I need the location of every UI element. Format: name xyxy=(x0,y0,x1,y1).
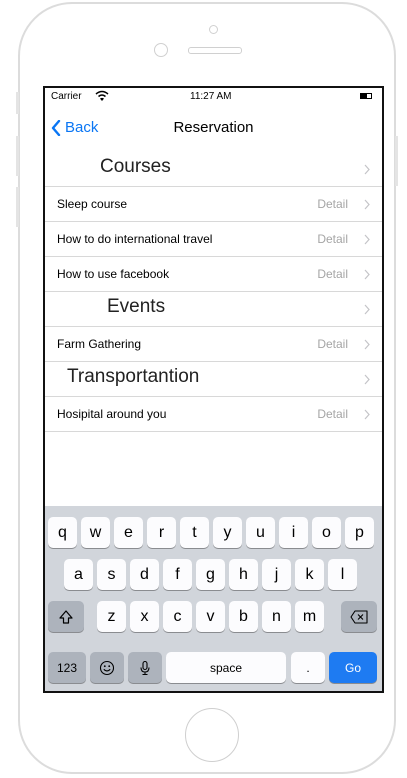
key-e[interactable]: e xyxy=(114,517,143,548)
item-label: Sleep course xyxy=(57,197,128,211)
space-key[interactable]: space xyxy=(166,652,286,683)
key-c[interactable]: c xyxy=(163,601,192,632)
list-item[interactable]: How to do international travel Detail xyxy=(45,222,382,257)
reservation-list: Courses Sleep course Detail How to do in… xyxy=(45,152,382,432)
shift-key[interactable] xyxy=(48,601,84,632)
chevron-right-icon xyxy=(364,199,370,210)
section-title: Transportantion xyxy=(67,366,200,387)
item-label: How to do international travel xyxy=(57,232,213,246)
proximity-sensor xyxy=(154,43,168,57)
list-item[interactable]: Farm Gathering Detail xyxy=(45,327,382,362)
section-title: Events xyxy=(107,296,166,317)
period-key[interactable]: . xyxy=(291,652,325,683)
key-d[interactable]: d xyxy=(130,559,159,590)
chevron-right-icon xyxy=(364,339,370,350)
item-detail: Detail xyxy=(317,337,348,351)
dictation-key[interactable] xyxy=(128,652,162,683)
key-b[interactable]: b xyxy=(229,601,258,632)
delete-key[interactable] xyxy=(341,601,377,632)
front-camera xyxy=(209,25,218,34)
shift-arrow-icon xyxy=(59,609,73,624)
item-label: How to use facebook xyxy=(57,267,170,281)
key-i[interactable]: i xyxy=(279,517,308,548)
power-button xyxy=(395,136,398,186)
clock-label: 11:27 AM xyxy=(190,91,232,102)
key-s[interactable]: s xyxy=(97,559,126,590)
key-z[interactable]: z xyxy=(97,601,126,632)
section-header-events[interactable]: Events xyxy=(45,292,382,327)
key-r[interactable]: r xyxy=(147,517,176,548)
key-v[interactable]: v xyxy=(196,601,225,632)
key-l[interactable]: l xyxy=(328,559,357,590)
key-x[interactable]: x xyxy=(130,601,159,632)
key-t[interactable]: t xyxy=(180,517,209,548)
chevron-right-icon xyxy=(364,304,370,315)
chevron-right-icon xyxy=(364,374,370,385)
home-button[interactable] xyxy=(185,708,239,762)
key-w[interactable]: w xyxy=(81,517,110,548)
backspace-icon xyxy=(350,609,368,624)
key-h[interactable]: h xyxy=(229,559,258,590)
page-title: Reservation xyxy=(173,119,254,136)
chevron-right-icon xyxy=(364,409,370,420)
item-detail: Detail xyxy=(317,407,348,421)
section-title: Courses xyxy=(100,156,171,177)
section-header-transportation[interactable]: Transportantion xyxy=(45,362,382,397)
key-n[interactable]: n xyxy=(262,601,291,632)
wifi-icon xyxy=(95,90,109,102)
status-bar: Carrier 11:27 AM xyxy=(45,88,382,108)
key-j[interactable]: j xyxy=(262,559,291,590)
microphone-icon xyxy=(140,660,150,675)
item-label: Farm Gathering xyxy=(57,337,142,351)
key-m[interactable]: m xyxy=(295,601,324,632)
battery-icon xyxy=(360,93,372,99)
key-u[interactable]: u xyxy=(246,517,275,548)
list-item[interactable]: Sleep course Detail xyxy=(45,187,382,222)
section-header-courses[interactable]: Courses xyxy=(45,152,382,187)
emoji-icon xyxy=(99,660,115,675)
carrier-label: Carrier xyxy=(51,91,82,102)
chevron-right-icon xyxy=(364,164,370,175)
key-o[interactable]: o xyxy=(312,517,341,548)
key-f[interactable]: f xyxy=(163,559,192,590)
item-label: Hosipital around you xyxy=(57,407,167,421)
volume-down-button xyxy=(16,187,19,227)
numbers-key[interactable]: 123 xyxy=(48,652,86,683)
key-k[interactable]: k xyxy=(295,559,324,590)
emoji-key[interactable] xyxy=(90,652,124,683)
key-g[interactable]: g xyxy=(196,559,225,590)
chevron-right-icon xyxy=(364,234,370,245)
navigation-bar: Back Reservation xyxy=(45,108,382,152)
list-item[interactable]: Hosipital around you Detail xyxy=(45,397,382,432)
mute-switch xyxy=(16,92,19,114)
key-a[interactable]: a xyxy=(64,559,93,590)
item-detail: Detail xyxy=(317,197,348,211)
device-screen: Carrier 11:27 AM Back Reservation Course… xyxy=(43,86,384,693)
key-y[interactable]: y xyxy=(213,517,242,548)
earpiece-speaker xyxy=(188,47,242,54)
key-p[interactable]: p xyxy=(345,517,374,548)
software-keyboard: q w e r t y u i o p a s d f g h j k l z … xyxy=(45,506,382,691)
key-q[interactable]: q xyxy=(48,517,77,548)
item-detail: Detail xyxy=(317,232,348,246)
list-item[interactable]: How to use facebook Detail xyxy=(45,257,382,292)
go-key[interactable]: Go xyxy=(329,652,377,683)
volume-up-button xyxy=(16,136,19,176)
chevron-right-icon xyxy=(364,269,370,280)
item-detail: Detail xyxy=(317,267,348,281)
